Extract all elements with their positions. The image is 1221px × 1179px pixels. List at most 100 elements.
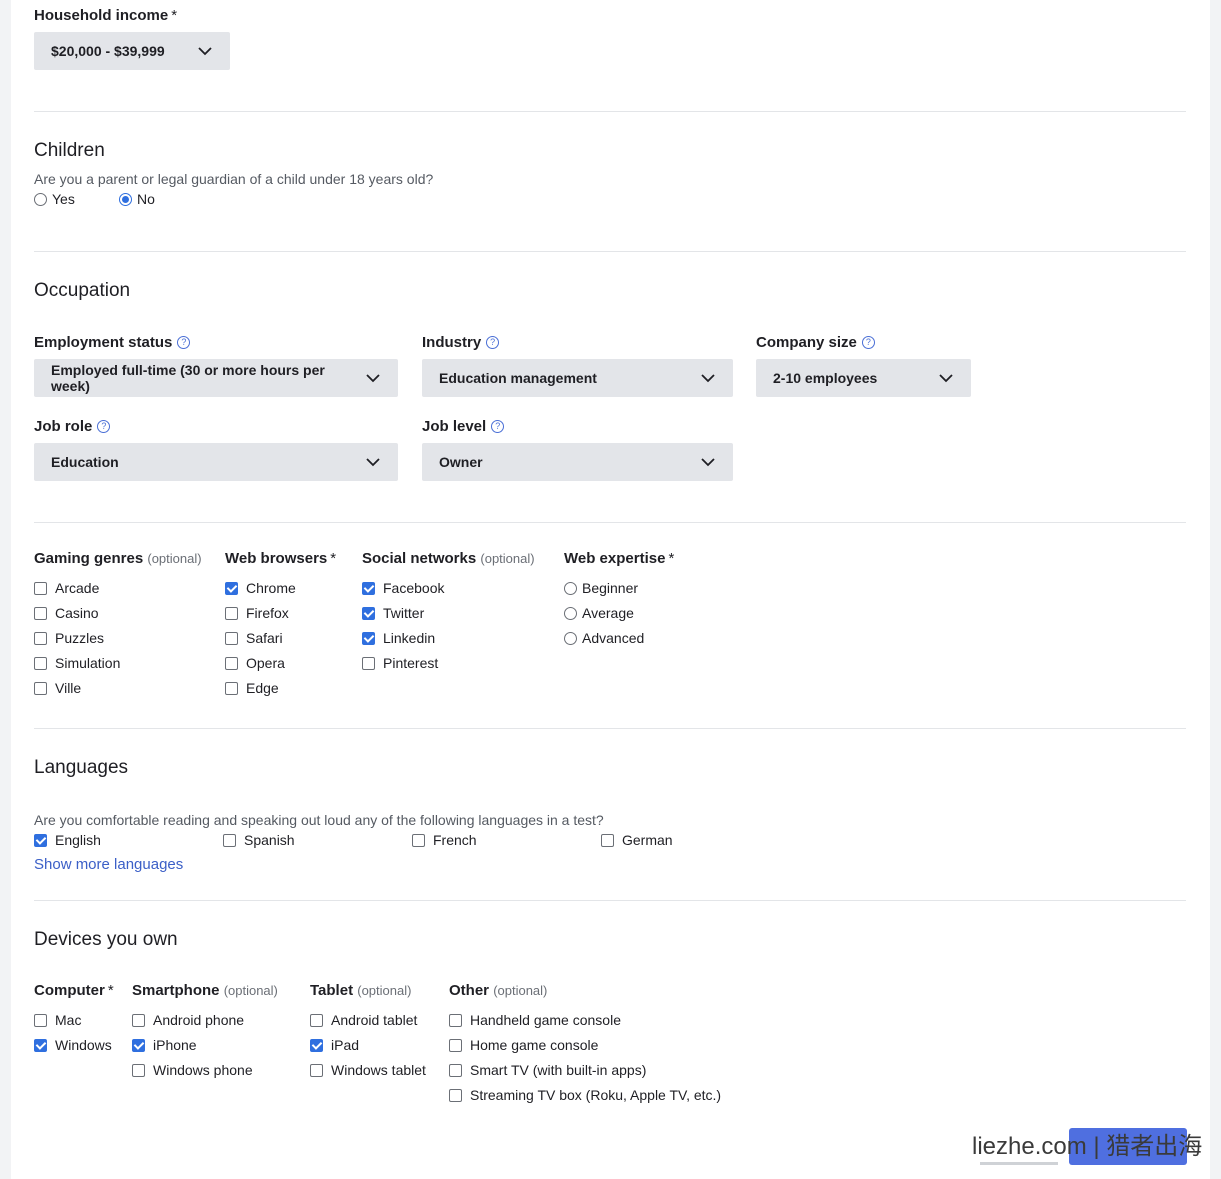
device-android-phone-checkbox[interactable]: Android phone: [132, 1012, 244, 1028]
children-yes-radio[interactable]: Yes: [34, 191, 75, 207]
device-handheld-console-checkbox[interactable]: Handheld game console: [449, 1012, 621, 1028]
checkbox-box: [34, 581, 47, 595]
web-expertise-label: Web expertise *: [564, 550, 675, 567]
checkbox-box: [225, 581, 238, 595]
language-german-checkbox[interactable]: German: [601, 832, 673, 848]
checkbox-box: [362, 606, 375, 620]
help-icon[interactable]: ?: [486, 336, 500, 349]
gaming-ville-checkbox[interactable]: Ville: [34, 680, 81, 696]
radio-circle: [564, 606, 577, 620]
expertise-average-radio[interactable]: Average: [564, 605, 634, 621]
tablet-label: Tablet (optional): [310, 982, 412, 999]
language-french-checkbox[interactable]: French: [412, 832, 477, 848]
device-home-console-checkbox[interactable]: Home game console: [449, 1037, 598, 1053]
social-facebook-checkbox[interactable]: Facebook: [362, 580, 444, 596]
device-iphone-checkbox[interactable]: iPhone: [132, 1037, 197, 1053]
checkbox-box: [310, 1038, 323, 1052]
industry-select[interactable]: Education management: [422, 359, 733, 397]
checkbox-box: [225, 656, 238, 670]
help-icon[interactable]: ?: [861, 336, 875, 349]
show-more-languages-link[interactable]: Show more languages: [34, 856, 183, 873]
household-income-select[interactable]: $20,000 - $39,999: [34, 32, 230, 70]
chevron-down-icon: [366, 458, 380, 467]
chevron-down-icon: [701, 458, 715, 467]
device-windows-phone-checkbox[interactable]: Windows phone: [132, 1062, 253, 1078]
radio-circle: [564, 631, 577, 645]
radio-circle: [564, 581, 577, 595]
household-income-label: Household income *: [34, 7, 178, 24]
checkbox-box: [225, 606, 238, 620]
gaming-arcade-checkbox[interactable]: Arcade: [34, 580, 99, 596]
browser-opera-checkbox[interactable]: Opera: [225, 655, 285, 671]
children-question: Are you a parent or legal guardian of a …: [34, 171, 434, 187]
gaming-puzzles-checkbox[interactable]: Puzzles: [34, 630, 104, 646]
industry-label: Industry?: [422, 334, 500, 351]
checkbox-box: [34, 681, 47, 695]
divider: [34, 900, 1186, 901]
device-streaming-box-checkbox[interactable]: Streaming TV box (Roku, Apple TV, etc.): [449, 1087, 721, 1103]
company-size-select[interactable]: 2-10 employees: [756, 359, 971, 397]
device-smart-tv-checkbox[interactable]: Smart TV (with built-in apps): [449, 1062, 646, 1078]
checkbox-box: [601, 833, 614, 847]
language-english-checkbox[interactable]: English: [34, 832, 101, 848]
computer-label: Computer *: [34, 982, 114, 999]
social-pinterest-checkbox[interactable]: Pinterest: [362, 655, 438, 671]
chevron-down-icon: [701, 374, 715, 383]
checkbox-box: [362, 656, 375, 670]
smartphone-label: Smartphone (optional): [132, 982, 278, 999]
browser-edge-checkbox[interactable]: Edge: [225, 680, 279, 696]
checkbox-box: [34, 1013, 47, 1027]
checkbox-box: [34, 833, 47, 847]
gaming-casino-checkbox[interactable]: Casino: [34, 605, 99, 621]
devices-title: Devices you own: [34, 929, 178, 950]
radio-circle: [34, 192, 47, 206]
device-windows-tablet-checkbox[interactable]: Windows tablet: [310, 1062, 426, 1078]
checkbox-box: [310, 1013, 323, 1027]
employment-status-select[interactable]: Employed full-time (30 or more hours per…: [34, 359, 398, 397]
checkbox-box: [449, 1088, 462, 1102]
checkbox-box: [449, 1038, 462, 1052]
checkbox-box: [223, 833, 236, 847]
social-twitter-checkbox[interactable]: Twitter: [362, 605, 424, 621]
device-ipad-checkbox[interactable]: iPad: [310, 1037, 359, 1053]
languages-question: Are you comfortable reading and speaking…: [34, 812, 604, 828]
checkbox-box: [34, 1038, 47, 1052]
help-icon[interactable]: ?: [97, 420, 111, 433]
other-devices-label: Other (optional): [449, 982, 548, 999]
divider: [34, 522, 1186, 523]
expertise-advanced-radio[interactable]: Advanced: [564, 630, 644, 646]
checkbox-box: [34, 631, 47, 645]
divider: [34, 111, 1186, 112]
browser-firefox-checkbox[interactable]: Firefox: [225, 605, 289, 621]
job-role-label: Job role?: [34, 418, 111, 435]
divider: [34, 728, 1186, 729]
chevron-down-icon: [366, 374, 380, 383]
occupation-title: Occupation: [34, 280, 131, 301]
checkbox-box: [132, 1013, 145, 1027]
chevron-down-icon: [939, 374, 953, 383]
device-mac-checkbox[interactable]: Mac: [34, 1012, 81, 1028]
language-spanish-checkbox[interactable]: Spanish: [223, 832, 295, 848]
checkbox-box: [132, 1038, 145, 1052]
children-title: Children: [34, 140, 105, 161]
checkbox-box: [362, 631, 375, 645]
job-role-select[interactable]: Education: [34, 443, 398, 481]
device-android-tablet-checkbox[interactable]: Android tablet: [310, 1012, 417, 1028]
gaming-simulation-checkbox[interactable]: Simulation: [34, 655, 120, 671]
checkbox-box: [362, 581, 375, 595]
job-level-label: Job level?: [422, 418, 505, 435]
social-linkedin-checkbox[interactable]: Linkedin: [362, 630, 435, 646]
checkbox-box: [449, 1063, 462, 1077]
browser-safari-checkbox[interactable]: Safari: [225, 630, 283, 646]
checkbox-box: [34, 656, 47, 670]
help-icon[interactable]: ?: [491, 420, 505, 433]
social-networks-label: Social networks (optional): [362, 550, 535, 567]
device-windows-checkbox[interactable]: Windows: [34, 1037, 112, 1053]
help-icon[interactable]: ?: [177, 336, 191, 349]
gaming-genres-label: Gaming genres (optional): [34, 550, 202, 567]
browser-chrome-checkbox[interactable]: Chrome: [225, 580, 296, 596]
children-no-radio[interactable]: No: [119, 191, 155, 207]
job-level-select[interactable]: Owner: [422, 443, 733, 481]
expertise-beginner-radio[interactable]: Beginner: [564, 580, 638, 596]
checkbox-box: [225, 681, 238, 695]
